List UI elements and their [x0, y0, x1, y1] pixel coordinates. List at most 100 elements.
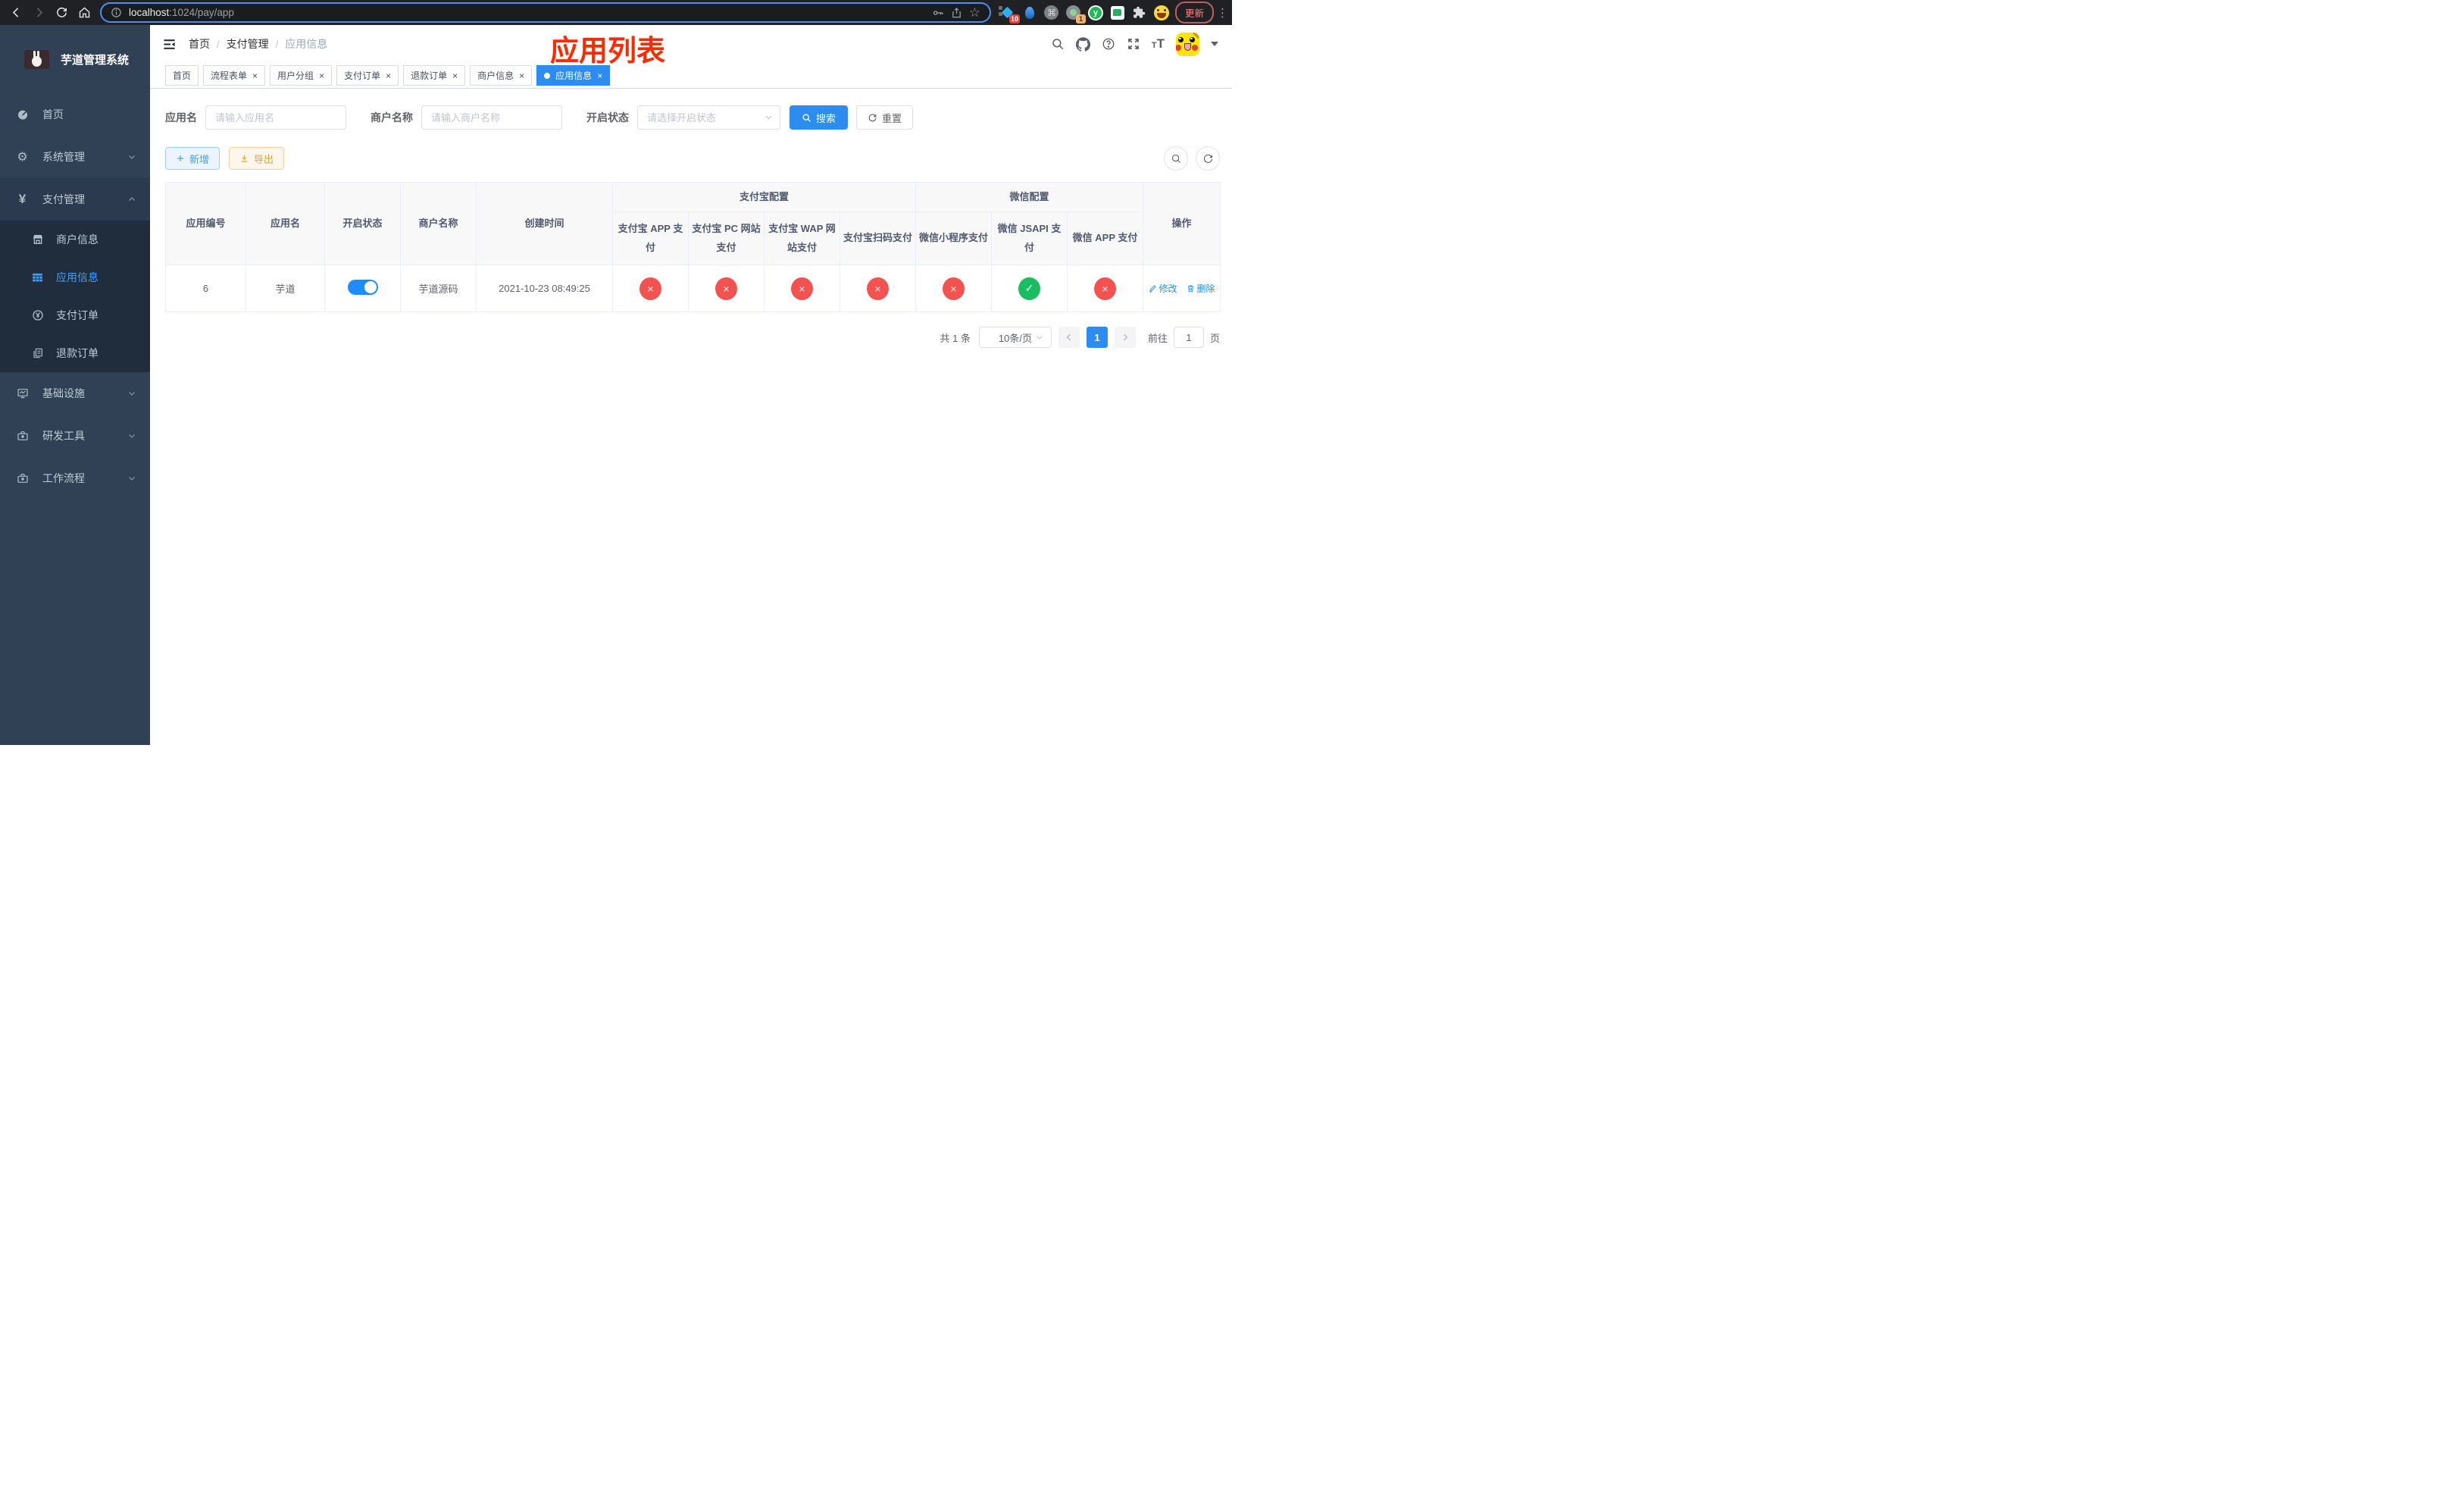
browser-update-button[interactable]: 更新: [1174, 2, 1214, 23]
sidebar-collapse-icon[interactable]: [162, 37, 177, 52]
sidebar-item-home[interactable]: 首页: [0, 93, 150, 136]
app-table: 应用编号 应用名 开启状态 商户名称 创建时间 支付宝配置 微信配置 操作 支付…: [165, 182, 1221, 312]
bookmark-star-icon[interactable]: ☆: [969, 6, 980, 19]
close-icon[interactable]: ×: [319, 71, 324, 80]
close-icon[interactable]: ×: [519, 71, 524, 80]
sidebar-item-refund-order[interactable]: 退款订单: [0, 334, 150, 372]
page-annotation-title: 应用列表: [550, 36, 666, 67]
tab-refund-order[interactable]: 退款订单 ×: [403, 65, 466, 86]
next-page-button[interactable]: [1114, 327, 1136, 348]
app-logo[interactable]: 芋道管理系统: [0, 25, 150, 93]
fullscreen-icon[interactable]: [1127, 37, 1140, 51]
tags-view-bar: 首页 流程表单 × 用户分组 × 支付订单 × 退款订单 × 商户信息 × 应用信息 ×: [150, 63, 1232, 89]
user-avatar[interactable]: [1176, 32, 1199, 56]
sidebar-item-system[interactable]: ⚙ 系统管理: [0, 136, 150, 178]
yen-circle-icon: [31, 309, 44, 321]
wx-app-status-icon: ×: [1094, 277, 1117, 300]
extensions-puzzle-icon[interactable]: [1132, 5, 1147, 20]
cell-actions: 修改 删除: [1143, 265, 1221, 312]
monitor-icon: [16, 387, 29, 399]
col-header-alipay-wap: 支付宝 WAP 网站支付: [764, 211, 840, 265]
alipay-pc-status-icon: ×: [715, 277, 737, 300]
prev-page-button[interactable]: [1058, 327, 1080, 348]
wx-mini-status-icon: ×: [943, 277, 965, 300]
breadcrumb-payment[interactable]: 支付管理: [227, 36, 269, 52]
tab-merchant-info[interactable]: 商户信息 ×: [470, 65, 533, 86]
password-key-icon[interactable]: [932, 7, 944, 19]
app-title: 芋道管理系统: [61, 53, 130, 67]
alipay-qr-status-icon: ×: [867, 277, 889, 300]
status-select[interactable]: [637, 105, 780, 130]
avatar-caret-icon[interactable]: [1211, 42, 1218, 46]
tab-user-group[interactable]: 用户分组 ×: [270, 65, 333, 86]
col-header-alipay-qr: 支付宝扫码支付: [839, 211, 917, 265]
browser-toolbar: localhost:1024/pay/app ☆ 10 ⌘ 1 y 更新 ⋮: [0, 0, 1232, 25]
table-row: 6 芋道 芋道源码 2021-10-23 08:49:25 × × × × × …: [165, 265, 1221, 312]
show-search-button[interactable]: [1164, 146, 1188, 171]
delete-button[interactable]: 删除: [1187, 282, 1215, 295]
extension-y-icon[interactable]: y: [1087, 5, 1103, 20]
close-icon[interactable]: ×: [252, 71, 258, 80]
export-button[interactable]: 导出: [229, 147, 285, 170]
sidebar-item-workflow[interactable]: 工作流程: [0, 457, 150, 499]
chevron-down-icon: [127, 152, 136, 161]
refresh-table-button[interactable]: [1196, 146, 1220, 171]
extension-command-icon[interactable]: ⌘: [1044, 5, 1059, 20]
app-name-input[interactable]: [205, 105, 346, 130]
cell-status: [324, 265, 401, 312]
edit-button[interactable]: 修改: [1149, 282, 1177, 295]
share-icon[interactable]: [951, 7, 962, 19]
goto-page-input[interactable]: [1173, 327, 1204, 348]
extension-blue-diamond-icon[interactable]: 10: [998, 5, 1020, 23]
address-bar[interactable]: localhost:1024/pay/app ☆: [100, 2, 991, 23]
search-button[interactable]: 搜索: [790, 105, 849, 130]
browser-reload-button[interactable]: [50, 2, 73, 23]
sidebar-item-merchant-info[interactable]: 商户信息: [0, 221, 150, 258]
reset-button[interactable]: 重置: [856, 105, 914, 130]
status-select-input[interactable]: [637, 105, 780, 130]
tab-pay-order[interactable]: 支付订单 ×: [336, 65, 399, 86]
profile-avatar-icon[interactable]: [1153, 5, 1169, 20]
col-header-wx-mini: 微信小程序支付: [915, 211, 993, 265]
sidebar-item-app-info[interactable]: 应用信息: [0, 258, 150, 296]
logo-rabbit-image: [24, 49, 49, 69]
browser-menu-icon[interactable]: ⋮: [1217, 6, 1228, 20]
col-header-alipay-app: 支付宝 APP 支付: [612, 211, 689, 265]
search-icon[interactable]: [1051, 37, 1065, 51]
close-icon[interactable]: ×: [386, 71, 391, 80]
browser-forward-button[interactable]: [27, 2, 50, 23]
extension-balloon-icon[interactable]: [1022, 5, 1037, 20]
help-icon[interactable]: [1102, 37, 1115, 51]
browser-home-button[interactable]: [73, 2, 95, 23]
page-size-select[interactable]: 10条/页: [978, 327, 1052, 348]
payment-submenu: 商户信息 应用信息 支付订单 退款订单: [0, 221, 150, 372]
font-size-icon[interactable]: TT: [1152, 36, 1165, 52]
extension-chat-icon[interactable]: [1110, 5, 1125, 20]
browser-back-button[interactable]: [5, 2, 27, 23]
tab-home[interactable]: 首页: [165, 65, 199, 86]
sidebar-item-dev-tools[interactable]: 研发工具: [0, 415, 150, 457]
extension-cluster: 10 ⌘ 1 y: [996, 5, 1174, 23]
close-icon[interactable]: ×: [452, 71, 458, 80]
chevron-down-icon: [127, 389, 136, 398]
sidebar-item-payment[interactable]: ¥ 支付管理: [0, 178, 150, 221]
breadcrumb-current: 应用信息: [285, 38, 328, 50]
sidebar-item-pay-order[interactable]: 支付订单: [0, 296, 150, 334]
add-button[interactable]: 新增: [165, 147, 220, 170]
page-number-1[interactable]: 1: [1086, 327, 1108, 348]
col-header-alipay-pc: 支付宝 PC 网站支付: [688, 211, 765, 265]
extension-record-icon[interactable]: 1: [1066, 5, 1086, 23]
merchant-name-input[interactable]: [421, 105, 562, 130]
url-text[interactable]: localhost:1024/pay/app: [129, 7, 925, 18]
app-name-label: 应用名: [165, 111, 197, 124]
pagination: 共 1 条 10条/页 1 前往 页: [165, 327, 1220, 348]
site-info-icon[interactable]: [111, 7, 122, 18]
table-toolbar: 新增 导出: [165, 146, 1220, 171]
close-icon[interactable]: ×: [597, 71, 602, 80]
tab-process-form[interactable]: 流程表单 ×: [203, 65, 266, 86]
github-icon[interactable]: [1075, 36, 1090, 52]
col-header-status: 开启状态: [324, 182, 401, 265]
breadcrumb-home[interactable]: 首页: [189, 36, 210, 52]
status-toggle[interactable]: [347, 280, 378, 295]
sidebar-item-infrastructure[interactable]: 基础设施: [0, 372, 150, 415]
